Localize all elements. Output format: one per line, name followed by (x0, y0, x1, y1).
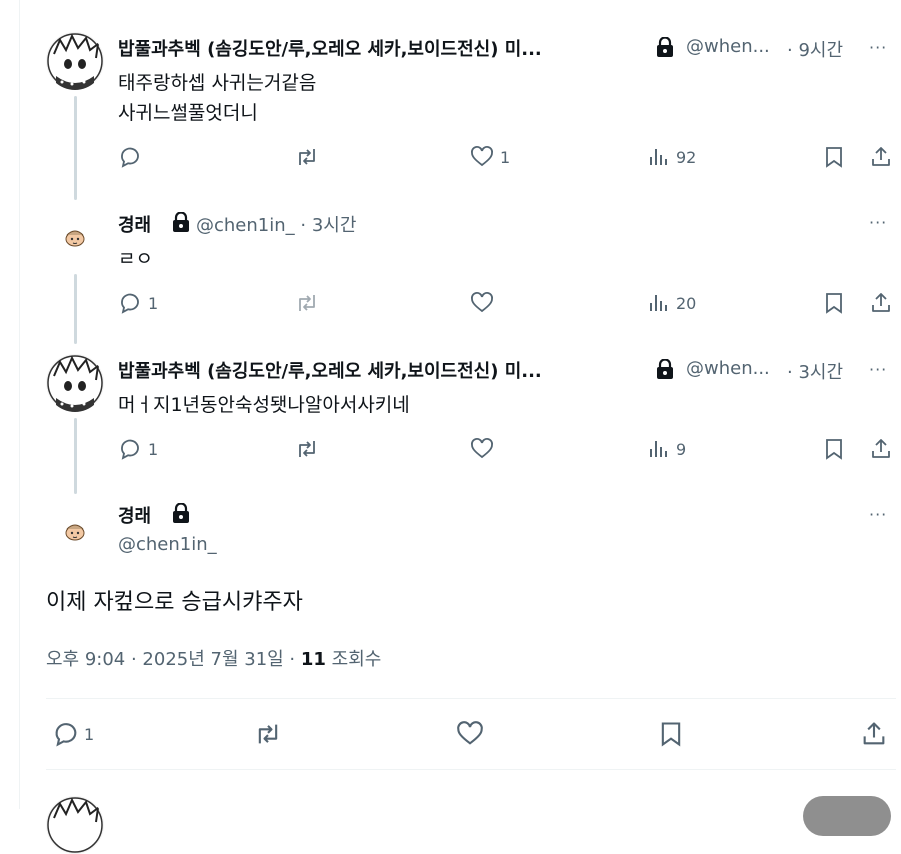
avatar[interactable] (46, 354, 104, 412)
view-count: 92 (676, 147, 697, 167)
share-icon (872, 293, 890, 312)
retweet-icon (299, 295, 315, 311)
tweet-time[interactable]: · 9시간 (787, 36, 843, 62)
author-name-text: 밥풀과추벡 (솜깅도안/루,오레오 세카,보이드전신) 미... (118, 39, 542, 60)
view-count: 20 (676, 293, 697, 313)
reply-submit-button[interactable] (803, 796, 891, 836)
retweet-button[interactable] (252, 720, 284, 748)
views-label: 조회수 (325, 649, 382, 670)
analytics-icon (650, 441, 667, 457)
reply-button[interactable] (118, 145, 148, 169)
tweet-text-line: ㄹㅇ (118, 248, 153, 270)
reply-button[interactable]: 1 (118, 437, 158, 461)
reply-count: 1 (148, 293, 159, 313)
like-button[interactable]: 1 (470, 145, 510, 169)
share-button[interactable] (869, 291, 893, 315)
bookmark-button[interactable] (823, 437, 845, 461)
composer-avatar[interactable] (46, 796, 104, 854)
view-count: 9 (676, 439, 687, 459)
avatar[interactable] (60, 516, 90, 546)
avatar[interactable] (46, 32, 104, 90)
more-button[interactable]: ··· (869, 213, 887, 232)
share-icon (872, 439, 890, 458)
like-button[interactable] (470, 437, 500, 461)
share-button[interactable] (860, 720, 888, 748)
views-button[interactable]: 92 (648, 145, 696, 169)
author-name[interactable]: 경래 (118, 502, 151, 528)
heart-icon (471, 438, 493, 459)
divider (46, 698, 896, 699)
author-handle[interactable]: @chen1in_ · 3시간 (196, 211, 356, 237)
view-count: 11 (300, 649, 326, 670)
lock-icon (656, 358, 674, 383)
author-name[interactable]: 밥풀과추벡 (솜깅도안/루,오레오 세카,보이드전신) 미... (118, 35, 638, 61)
reply-icon (55, 723, 77, 747)
share-button[interactable] (869, 145, 893, 169)
tweet-text-line: 태주랑하셉 사귀는거같음 (118, 72, 317, 94)
retweet-button[interactable] (294, 291, 320, 315)
tweet-timestamp[interactable]: 오후 9:04 · 2025년 7월 31일 · (46, 649, 301, 670)
retweet-icon (258, 724, 278, 744)
heart-icon (457, 721, 483, 745)
more-button[interactable]: ··· (869, 505, 887, 524)
reply-count: 1 (84, 724, 95, 744)
lock-icon (172, 502, 190, 527)
tweet-meta: 오후 9:04 · 2025년 7월 31일 · 11 조회수 (46, 645, 381, 671)
thread-connector (74, 96, 77, 200)
divider (46, 769, 896, 770)
heart-icon (471, 292, 493, 313)
main-tweet-text: 이제 자컾으로 승급시캬주자 (46, 590, 303, 615)
author-handle[interactable]: @when... (686, 358, 770, 379)
avatar[interactable] (60, 222, 90, 252)
like-count: 1 (500, 147, 511, 167)
author-name[interactable]: 밥풀과추벡 (솜깅도안/루,오레오 세카,보이드전신) 미... (118, 357, 638, 383)
tweet-time[interactable]: · 3시간 (787, 358, 843, 384)
views-button[interactable]: 20 (648, 291, 696, 315)
bookmark-icon (826, 293, 842, 314)
share-icon (863, 722, 885, 745)
author-name-text: 밥풀과추벡 (솜깅도안/루,오레오 세카,보이드전신) 미... (118, 361, 542, 382)
reply-button[interactable]: 1 (118, 291, 158, 315)
retweet-icon (299, 149, 315, 165)
retweet-button[interactable] (294, 437, 320, 461)
bookmark-button[interactable] (823, 145, 845, 169)
lock-icon (172, 211, 190, 236)
share-button[interactable] (869, 437, 893, 461)
tweet-text-line: 사귀느썰풀엇더니 (118, 102, 258, 124)
column-border (19, 0, 20, 809)
retweet-icon (299, 441, 315, 457)
author-name-text: 경래 (118, 506, 152, 527)
bookmark-button[interactable] (823, 291, 845, 315)
reply-icon (121, 147, 139, 168)
author-name-text: 경래 (118, 215, 152, 236)
reply-button[interactable]: 1 (52, 720, 94, 748)
like-button[interactable] (456, 720, 484, 748)
author-handle[interactable]: @when... (686, 36, 770, 57)
analytics-icon (650, 295, 667, 311)
views-button[interactable]: 9 (648, 437, 686, 461)
bookmark-icon (826, 147, 842, 168)
retweet-button[interactable] (294, 145, 320, 169)
reply-count: 1 (148, 439, 159, 459)
share-icon (872, 147, 890, 166)
author-handle[interactable]: @chen1in_ (118, 534, 217, 555)
bookmark-icon (661, 722, 681, 747)
bookmark-icon (826, 439, 842, 460)
bookmark-button[interactable] (658, 720, 684, 748)
analytics-icon (650, 149, 667, 165)
tweet-text-line: 머ㅓ지1년동안숙성됏나알아서사키네 (118, 394, 410, 416)
more-button[interactable]: ··· (869, 38, 887, 57)
thread-connector (74, 418, 77, 494)
author-name[interactable]: 경래 (118, 211, 151, 237)
lock-icon (656, 36, 674, 61)
thread-connector (74, 274, 77, 344)
reply-icon (121, 439, 139, 460)
more-button[interactable]: ··· (869, 360, 887, 379)
like-button[interactable] (470, 291, 500, 315)
reply-icon (121, 293, 139, 314)
heart-icon (471, 146, 493, 167)
